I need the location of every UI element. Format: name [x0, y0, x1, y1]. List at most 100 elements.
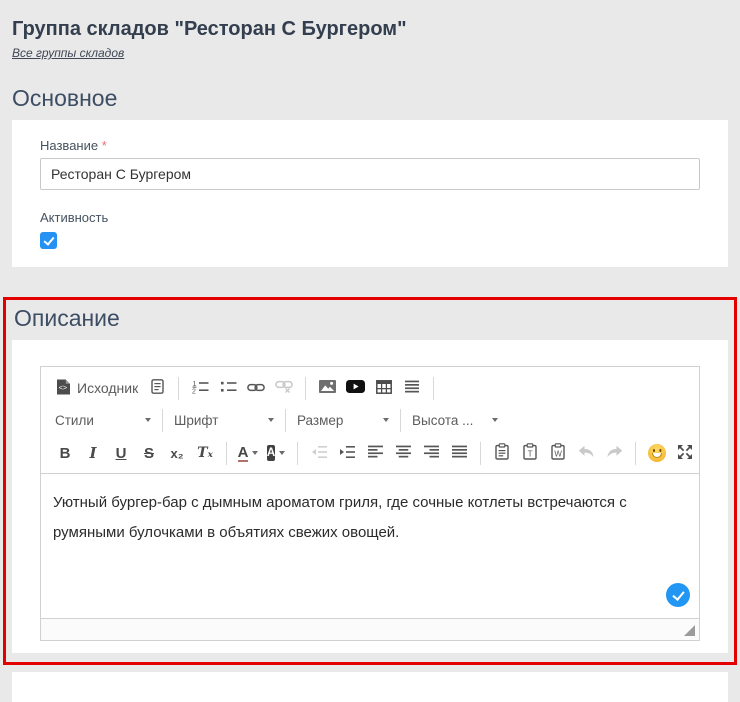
horizontal-lines-button[interactable] — [400, 376, 424, 400]
strikethrough-icon: S — [143, 444, 154, 462]
strikethrough-button[interactable]: S — [137, 441, 161, 465]
underline-icon: U — [115, 444, 127, 462]
bold-button[interactable]: B — [53, 441, 77, 465]
toolbar-row-2: Стили Шрифт Размер Высота ... — [51, 407, 689, 433]
maximize-button[interactable] — [673, 441, 697, 465]
insert-image-button[interactable] — [315, 376, 339, 400]
paste-plain-text-button[interactable]: T — [518, 441, 542, 465]
confirm-check-button[interactable] — [666, 583, 690, 607]
outdent-icon — [311, 445, 327, 462]
text-color-button[interactable]: A — [236, 441, 260, 465]
chevron-down-icon — [268, 418, 274, 422]
name-label: Название * — [40, 138, 700, 154]
text-color-icon: A — [237, 443, 249, 462]
smiley-button[interactable] — [645, 441, 669, 465]
paste-text-icon: T — [522, 443, 538, 463]
insert-table-button[interactable] — [372, 376, 396, 400]
name-input[interactable] — [40, 158, 700, 190]
chevron-down-icon — [492, 418, 498, 422]
justify-button[interactable] — [447, 441, 471, 465]
source-button[interactable]: <> Исходник — [53, 376, 141, 400]
redo-button[interactable] — [602, 441, 626, 465]
description-section-highlight: Описание <> Исходник 1 2 Стили Шрифт Раз… — [3, 297, 737, 665]
paste-icon — [494, 443, 510, 463]
remove-format-icon: Tₓ — [197, 445, 213, 461]
unlink-icon — [275, 380, 294, 396]
source-icon: <> — [56, 379, 71, 398]
youtube-icon — [346, 380, 366, 396]
table-icon — [376, 379, 393, 397]
svg-text:2: 2 — [192, 388, 196, 394]
toolbar-separator — [400, 408, 401, 432]
toolbar-separator — [480, 441, 481, 465]
svg-text:T: T — [528, 450, 533, 459]
description-card: <> Исходник 12 Стили Шрифт Размер Высота… — [12, 340, 728, 653]
source-button-label: Исходник — [77, 380, 139, 396]
editor-toolbar: <> Исходник 12 Стили Шрифт Размер Высота… — [41, 367, 699, 473]
background-color-icon: A — [266, 445, 276, 461]
align-left-icon — [367, 445, 383, 461]
activity-checkbox[interactable] — [40, 232, 57, 249]
unlink-button[interactable] — [272, 376, 296, 400]
font-dropdown[interactable]: Шрифт — [170, 408, 278, 432]
line-height-dropdown[interactable]: Высота ... — [408, 408, 502, 432]
templates-icon — [151, 379, 164, 397]
chevron-down-icon — [279, 451, 286, 455]
outdent-button[interactable] — [307, 441, 331, 465]
all-warehouse-groups-link[interactable]: Все группы складов — [12, 46, 124, 61]
smiley-icon — [648, 444, 666, 462]
font-size-dropdown-label: Размер — [297, 412, 344, 428]
line-height-dropdown-label: Высота ... — [412, 412, 474, 428]
align-left-button[interactable] — [363, 441, 387, 465]
chevron-down-icon — [145, 418, 151, 422]
toolbar-separator — [226, 441, 227, 465]
link-button[interactable] — [244, 376, 268, 400]
editor-status-bar — [41, 619, 699, 640]
templates-button[interactable] — [145, 376, 169, 400]
italic-icon: I — [89, 444, 97, 462]
align-center-button[interactable] — [391, 441, 415, 465]
chevron-down-icon — [252, 451, 259, 455]
remove-format-button[interactable]: Tₓ — [193, 441, 217, 465]
bulleted-list-icon — [220, 380, 237, 397]
subscript-button[interactable]: x₂ — [165, 441, 189, 465]
toolbar-separator — [285, 408, 286, 432]
image-icon — [318, 380, 336, 396]
align-center-icon — [395, 445, 411, 461]
paste-button[interactable] — [490, 441, 514, 465]
link-icon — [247, 381, 266, 396]
background-color-button[interactable]: A — [264, 441, 288, 465]
indent-button[interactable] — [335, 441, 359, 465]
insert-video-button[interactable] — [343, 376, 368, 400]
toolbar-separator — [305, 376, 307, 400]
maximize-icon — [677, 444, 693, 463]
bulleted-list-button[interactable] — [216, 376, 240, 400]
toolbar-row-1: <> Исходник 12 — [51, 375, 689, 401]
activity-label: Активность — [40, 210, 109, 225]
font-size-dropdown[interactable]: Размер — [293, 408, 393, 432]
paste-word-icon: W — [550, 443, 566, 463]
indent-icon — [339, 445, 355, 462]
editor-content-area[interactable]: Уютный бургер-бар с дымным ароматом грил… — [41, 473, 699, 619]
rich-text-editor: <> Исходник 12 Стили Шрифт Размер Высота… — [40, 366, 700, 641]
numbered-list-icon: 12 — [192, 380, 209, 397]
styles-dropdown-label: Стили — [55, 412, 94, 428]
justify-icon — [451, 445, 467, 461]
editor-text: Уютный бургер-бар с дымным ароматом грил… — [53, 494, 627, 541]
underline-button[interactable]: U — [109, 441, 133, 465]
redo-icon — [606, 445, 623, 461]
italic-button[interactable]: I — [81, 441, 105, 465]
undo-button[interactable] — [574, 441, 598, 465]
styles-dropdown[interactable]: Стили — [51, 408, 155, 432]
main-card: Название * Активность — [12, 120, 728, 267]
align-right-button[interactable] — [419, 441, 443, 465]
paste-from-word-button[interactable]: W — [546, 441, 570, 465]
bold-icon: B — [59, 444, 71, 462]
align-right-icon — [423, 445, 439, 461]
name-label-text: Название — [40, 138, 99, 153]
toolbar-row-3: B I U S x₂ Tₓ A A T W — [51, 439, 692, 467]
resize-handle-icon[interactable] — [684, 625, 695, 636]
numbered-list-button[interactable]: 12 — [188, 376, 212, 400]
svg-text:<>: <> — [59, 383, 68, 392]
subscript-icon: x₂ — [170, 445, 184, 461]
